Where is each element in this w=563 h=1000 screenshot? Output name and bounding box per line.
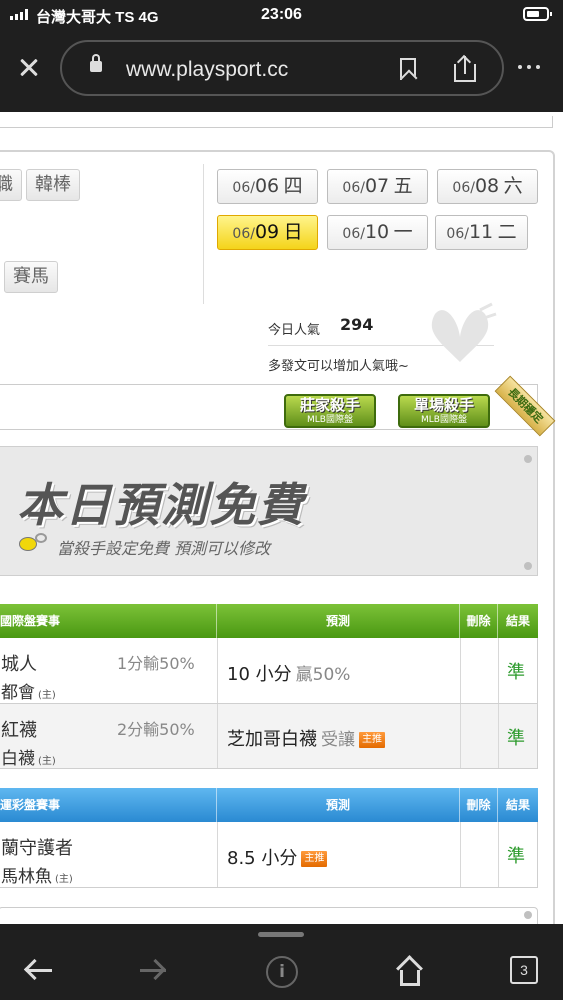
col-delete: 刪除 bbox=[459, 788, 497, 822]
prediction: 8.5 小分 主推 bbox=[227, 844, 328, 870]
intl-header-title: 國際盤賽事 bbox=[0, 614, 61, 628]
col-predict: 預測 bbox=[216, 788, 459, 822]
team-home: 馬林魚 (主) bbox=[1, 867, 73, 887]
lock-icon bbox=[90, 54, 102, 72]
share-icon[interactable] bbox=[454, 54, 478, 84]
free-banner-subtitle: 當殺手設定免費 預測可以修改 bbox=[57, 539, 271, 558]
more-options-icon[interactable] bbox=[518, 65, 540, 69]
date-button[interactable]: 06/07 五 bbox=[327, 169, 428, 204]
scroll-indicator bbox=[524, 455, 532, 463]
result-badge: 準 bbox=[507, 846, 525, 867]
date-button[interactable]: 06/10 一 bbox=[327, 215, 428, 250]
web-page: 職 韓棒 賽馬 06/06 四 06/07 五 06/08 六 06/09 日 … bbox=[0, 112, 563, 924]
back-arrow-icon[interactable] bbox=[22, 956, 56, 986]
team-away: 城人 bbox=[1, 654, 37, 675]
table-row: 蘭守護者 馬林魚 (主) 8.5 小分 主推 準 bbox=[0, 822, 538, 888]
lottery-table-header: 運彩盤賽事 預測 刪除 結果 bbox=[0, 788, 538, 822]
prediction: 10 小分 贏50% bbox=[227, 664, 351, 685]
main-pick-tag: 主推 bbox=[301, 851, 328, 867]
tabs-count-icon[interactable]: 3 bbox=[510, 956, 538, 984]
bee-icon bbox=[19, 533, 49, 553]
popularity-label: 今日人氣 bbox=[268, 323, 321, 338]
badge-banker-killer: 莊家殺手 MLB國際盤 bbox=[284, 394, 376, 428]
url-text: www.playsport.cc bbox=[126, 58, 289, 81]
col-predict: 預測 bbox=[216, 604, 459, 638]
date-button[interactable]: 06/06 四 bbox=[217, 169, 318, 204]
handicap-line: 1分輸50% bbox=[117, 654, 195, 673]
home-icon[interactable] bbox=[396, 955, 424, 986]
team-away: 紅襪 bbox=[1, 720, 37, 741]
col-delete: 刪除 bbox=[459, 604, 497, 638]
sport-tab-korean-baseball[interactable]: 韓棒 bbox=[26, 169, 80, 201]
battery-icon bbox=[523, 7, 552, 21]
popularity-note: 多發文可以增加人氣哦~ bbox=[268, 359, 409, 374]
free-prediction-banner: 本日預測免費 當殺手設定免費 預測可以修改 bbox=[0, 446, 538, 576]
intl-table-header: 國際盤賽事 預測 刪除 結果 bbox=[0, 604, 538, 638]
butterfly-watermark-icon bbox=[431, 302, 497, 362]
sport-tab-pro[interactable]: 職 bbox=[0, 169, 22, 201]
prediction: 芝加哥白襪 受讓 主推 bbox=[227, 725, 385, 751]
team-away: 蘭守護者 bbox=[1, 838, 73, 859]
close-icon[interactable] bbox=[14, 52, 44, 82]
scroll-indicator bbox=[524, 911, 532, 919]
status-bar: 台灣大哥大 TS 4G 23:06 bbox=[0, 0, 563, 30]
browser-toolbar: i 3 bbox=[0, 924, 563, 1000]
table-row: 城人 都會 (主) 1分輸50% 10 小分 贏50% 準 bbox=[0, 638, 538, 704]
divider bbox=[203, 164, 204, 304]
popularity-value: 294 bbox=[340, 315, 374, 334]
col-result: 結果 bbox=[497, 604, 538, 638]
browser-chrome: 台灣大哥大 TS 4G 23:06 www.playsport.cc bbox=[0, 0, 563, 112]
lottery-header-title: 運彩盤賽事 bbox=[0, 798, 61, 812]
header-divider bbox=[0, 116, 553, 128]
handicap-line: 2分輸50% bbox=[117, 720, 195, 739]
team-home: 白襪 (主) bbox=[1, 749, 56, 769]
clock: 23:06 bbox=[261, 6, 302, 23]
result-badge: 準 bbox=[507, 728, 525, 749]
scroll-indicator bbox=[524, 562, 532, 570]
team-home: 都會 (主) bbox=[1, 683, 56, 703]
next-section-panel bbox=[0, 907, 538, 924]
col-result: 結果 bbox=[497, 788, 538, 822]
badge-single-killer: 單場殺手 MLB國際盤 bbox=[398, 394, 490, 428]
free-banner-title: 本日預測免費 bbox=[17, 478, 305, 532]
sport-tab-horse-racing[interactable]: 賽馬 bbox=[4, 261, 58, 293]
bookmark-icon[interactable] bbox=[400, 58, 416, 80]
date-button-selected[interactable]: 06/09 日 bbox=[217, 215, 318, 250]
forward-arrow-icon[interactable] bbox=[136, 956, 170, 986]
main-pick-tag: 主推 bbox=[359, 732, 385, 748]
table-row: 紅襪 白襪 (主) 2分輸50% 芝加哥白襪 受讓 主推 準 bbox=[0, 704, 538, 769]
date-button[interactable]: 06/08 六 bbox=[437, 169, 538, 204]
date-button[interactable]: 06/11 二 bbox=[435, 215, 528, 250]
info-icon[interactable]: i bbox=[266, 956, 298, 988]
address-bar[interactable]: www.playsport.cc bbox=[60, 40, 504, 96]
sheet-grabber[interactable] bbox=[258, 932, 304, 937]
result-badge: 準 bbox=[507, 662, 525, 683]
